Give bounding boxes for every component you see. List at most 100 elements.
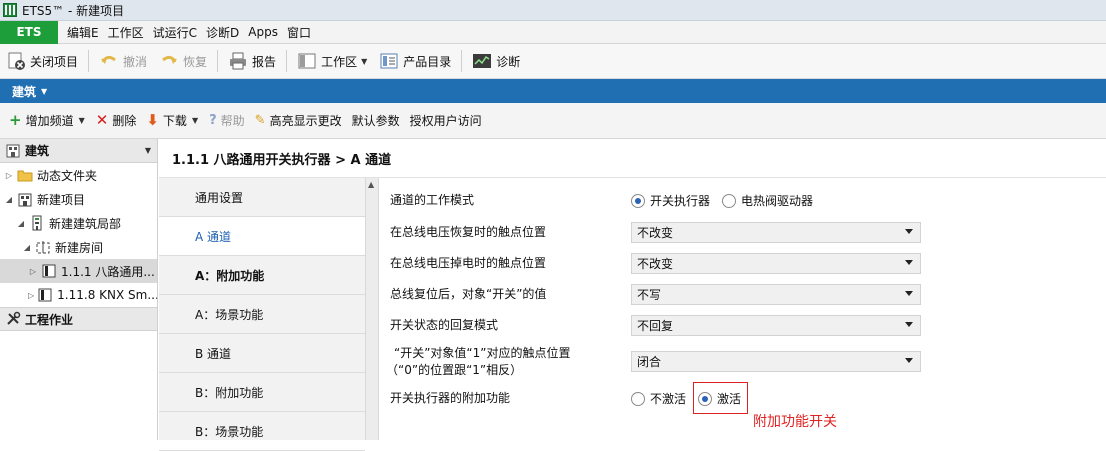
tree-item-project[interactable]: ◢ 新建项目 <box>0 187 157 211</box>
catalog-label: 产品目录 <box>403 54 452 69</box>
add-channel-dropdown-icon[interactable]: ▼ <box>79 116 85 125</box>
radio-label: 电热阀驱动器 <box>741 194 814 208</box>
close-project-label: 关闭项目 <box>30 54 79 69</box>
panel-selector[interactable]: 建筑 ▼ <box>0 79 1106 103</box>
expand-arrow-icon[interactable]: ▷ <box>28 291 34 300</box>
param-label: 通道的工作模式 <box>390 193 475 207</box>
delete-button[interactable]: ✕ 删除 <box>91 109 142 133</box>
mode-radio-heating-valve[interactable]: 电热阀驱动器 <box>722 192 813 209</box>
subnav-b-scene-functions[interactable]: B：场景功能 <box>159 412 365 451</box>
close-project-button[interactable]: 关闭项目 <box>0 47 84 75</box>
help-button[interactable]: ? 帮助 <box>204 109 250 133</box>
param-label-line1: “开关”对象值“1”对应的触点位置 <box>394 346 571 360</box>
workspace-icon <box>297 51 317 71</box>
toolbar-separator <box>217 50 219 72</box>
diagnostics-button[interactable]: 诊断 <box>466 47 526 75</box>
radio-label: 开关执行器 <box>650 194 711 208</box>
undo-icon <box>99 51 119 71</box>
dropdown-arrow-icon <box>905 322 913 327</box>
download-button[interactable]: ⬇ 下载 <box>141 109 192 133</box>
tree-header[interactable]: 建筑 ▼ <box>0 139 157 163</box>
add-channel-button[interactable]: + 增加频道 <box>4 109 79 133</box>
menu-diagnostics[interactable]: 诊断D <box>206 24 239 41</box>
menu-apps[interactable]: Apps <box>248 25 278 39</box>
tree-item-building-part[interactable]: ◢ 新建建筑局部 <box>0 211 157 235</box>
voltage-loss-select[interactable]: 不改变 <box>631 253 921 274</box>
voltage-recovery-select[interactable]: 不改变 <box>631 222 921 243</box>
grant-access-button[interactable]: 授权用户访问 <box>405 109 487 133</box>
tree-item-room[interactable]: ◢ 新建房间 <box>0 235 157 259</box>
tree-item-dynamic-folders[interactable]: ▷ 动态文件夹 <box>0 163 157 187</box>
subnav-b-additional-functions[interactable]: B：附加功能 <box>159 373 365 412</box>
param-row-status-reply: 开关状态的回复模式 不回复 <box>380 315 1106 336</box>
param-label-line2: （“0”的位置跟“1”相反） <box>386 363 523 377</box>
toolbar-separator <box>88 50 90 72</box>
download-label: 下载 <box>162 114 187 128</box>
close-project-icon <box>6 51 26 71</box>
menu-workspace[interactable]: 工作区 <box>108 24 144 41</box>
highlighter-icon: ✎ <box>254 113 266 128</box>
bus-reset-select[interactable]: 不写 <box>631 284 921 305</box>
dropdown-arrow-icon <box>905 291 913 296</box>
toolbar-separator <box>461 50 463 72</box>
download-dropdown-icon[interactable]: ▼ <box>192 116 198 125</box>
catalog-icon <box>379 51 399 71</box>
undo-button[interactable]: 撤消 <box>93 47 153 75</box>
mode-radio-switch-actuator[interactable]: 开关执行器 <box>631 192 710 209</box>
tree-item-label: 新建项目 <box>37 192 86 207</box>
default-params-button[interactable]: 默认参数 <box>347 109 405 133</box>
contact-position-select[interactable]: 闭合 <box>631 351 921 372</box>
dropdown-arrow-icon <box>905 358 913 363</box>
collapse-arrow-icon[interactable]: ◢ <box>22 243 32 252</box>
menu-window[interactable]: 窗口 <box>287 24 311 41</box>
chevron-down-icon[interactable]: ▼ <box>145 146 151 155</box>
tree-item-label: 新建房间 <box>55 240 104 255</box>
building-tree-pane: 建筑 ▼ ▷ 动态文件夹 ◢ 新建项目 ◢ 新建建筑局部 ◢ 新建房间 ▷ 1.… <box>0 139 158 440</box>
menu-edit[interactable]: 编辑E <box>67 24 99 41</box>
dropdown-arrow-icon <box>905 229 913 234</box>
param-row-mode: 通道的工作模式 开关执行器 电热阀驱动器 <box>380 190 1106 210</box>
radio-unchecked-icon <box>722 193 736 208</box>
dropdown-arrow-icon <box>905 260 913 265</box>
param-row-voltage-loss: 在总线电压掉电时的触点位置 不改变 <box>380 253 1106 274</box>
workspace-button[interactable]: 工作区 ▼ <box>291 47 373 75</box>
subnav-a-scene-functions[interactable]: A：场景功能 <box>159 295 365 334</box>
toolbar-separator <box>286 50 288 72</box>
status-reply-select[interactable]: 不回复 <box>631 315 921 336</box>
building-part-icon <box>29 215 45 231</box>
select-value: 闭合 <box>637 355 662 369</box>
parameter-breadcrumb: 1.1.1 八路通用开关执行器 > A 通道 <box>159 139 1106 178</box>
tree-item-label: 新建建筑局部 <box>49 216 122 231</box>
collapse-arrow-icon[interactable]: ◢ <box>4 195 14 204</box>
radio-label: 不激活 <box>650 392 687 406</box>
report-button[interactable]: 报告 <box>222 47 282 75</box>
scroll-up-arrow-icon[interactable]: ▲ <box>368 180 374 189</box>
help-label: 帮助 <box>220 114 245 128</box>
extra-radio-inactive[interactable]: 不激活 <box>631 390 686 407</box>
annotation-highlight-box <box>693 382 748 414</box>
grant-access-label: 授权用户访问 <box>409 114 482 128</box>
menu-commissioning[interactable]: 试运行C <box>153 24 197 41</box>
subnav-general-settings[interactable]: 通用设置 <box>159 178 365 217</box>
tree-item-device-1-1-1[interactable]: ▷ 1.1.1 八路通用... <box>0 259 157 283</box>
expand-arrow-icon[interactable]: ▷ <box>4 171 14 180</box>
work-section-label: 工程作业 <box>25 312 74 327</box>
subnav-scrollbar[interactable]: ▲ <box>365 178 379 440</box>
highlight-changes-button[interactable]: ✎ 高亮显示更改 <box>250 109 347 133</box>
ets-menu-tab[interactable]: ETS <box>0 20 58 44</box>
param-label: 开关状态的回复模式 <box>390 318 499 332</box>
subnav-channel-b[interactable]: B 通道 <box>159 334 365 373</box>
parameter-page-list: 通用设置 A 通道 A：附加功能 A：场景功能 B 通道 B：附加功能 B：场景… <box>159 178 365 451</box>
collapse-arrow-icon[interactable]: ◢ <box>16 219 26 228</box>
catalog-button[interactable]: 产品目录 <box>373 47 457 75</box>
radio-unchecked-icon <box>631 391 645 406</box>
panel-selector-label: 建筑 <box>12 84 37 99</box>
work-section-header[interactable]: 工程作业 <box>0 307 157 331</box>
subnav-channel-a[interactable]: A 通道 <box>159 217 365 256</box>
subnav-a-additional-functions[interactable]: A：附加功能 <box>159 256 365 295</box>
redo-button[interactable]: 恢复 <box>153 47 213 75</box>
download-arrow-icon: ⬇ <box>146 111 159 129</box>
tree-item-device-1-11-8[interactable]: ▷ 1.11.8 KNX Sm... <box>0 283 157 307</box>
radio-checked-icon <box>631 193 645 208</box>
expand-arrow-icon[interactable]: ▷ <box>28 267 38 276</box>
